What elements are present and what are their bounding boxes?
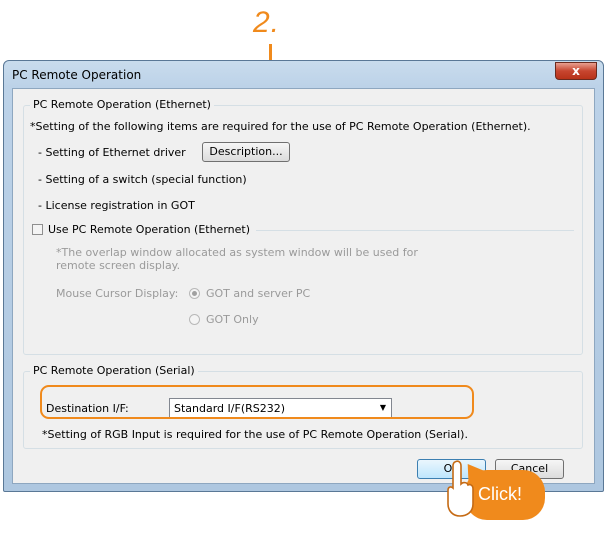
dialog-title: PC Remote Operation (12, 68, 142, 82)
ethernet-group: PC Remote Operation (Ethernet) *Setting … (23, 98, 583, 355)
ethernet-item-driver: - Setting of Ethernet driver (38, 146, 186, 159)
serial-note: *Setting of RGB Input is required for th… (42, 428, 468, 441)
radio-got-and-server-label[interactable]: GOT and server PC (206, 287, 310, 300)
ethernet-item-license: - License registration in GOT (38, 199, 195, 212)
ethernet-note: *Setting of the following items are requ… (30, 120, 531, 133)
close-button[interactable]: x (555, 62, 597, 80)
use-ethernet-checkbox[interactable] (32, 224, 43, 235)
description-button[interactable]: Description... (202, 142, 290, 162)
serial-group-legend: PC Remote Operation (Serial) (30, 364, 198, 377)
use-ethernet-checkbox-label[interactable]: Use PC Remote Operation (Ethernet) (48, 223, 250, 236)
overlap-note-line2: remote screen display. (56, 259, 181, 272)
dialog-client-area: PC Remote Operation (Ethernet) *Setting … (12, 88, 595, 484)
pointing-hand-icon (445, 460, 475, 518)
title-bar: PC Remote Operation x (4, 61, 603, 89)
radio-got-only-label[interactable]: GOT Only (206, 313, 259, 326)
step-number: 2. (253, 6, 281, 39)
pc-remote-operation-dialog: PC Remote Operation x PC Remote Operatio… (3, 60, 604, 492)
radio-got-only[interactable] (189, 314, 200, 325)
mouse-cursor-label: Mouse Cursor Display: (56, 287, 179, 300)
ethernet-item-switch: - Setting of a switch (special function) (38, 173, 247, 186)
ethernet-group-legend: PC Remote Operation (Ethernet) (30, 98, 214, 111)
use-ethernet-separator (256, 230, 574, 231)
overlap-note-line1: *The overlap window allocated as system … (56, 246, 418, 259)
radio-got-and-server[interactable] (189, 288, 200, 299)
destination-highlight-box (40, 385, 474, 419)
click-callout-label: Click! (478, 484, 522, 504)
